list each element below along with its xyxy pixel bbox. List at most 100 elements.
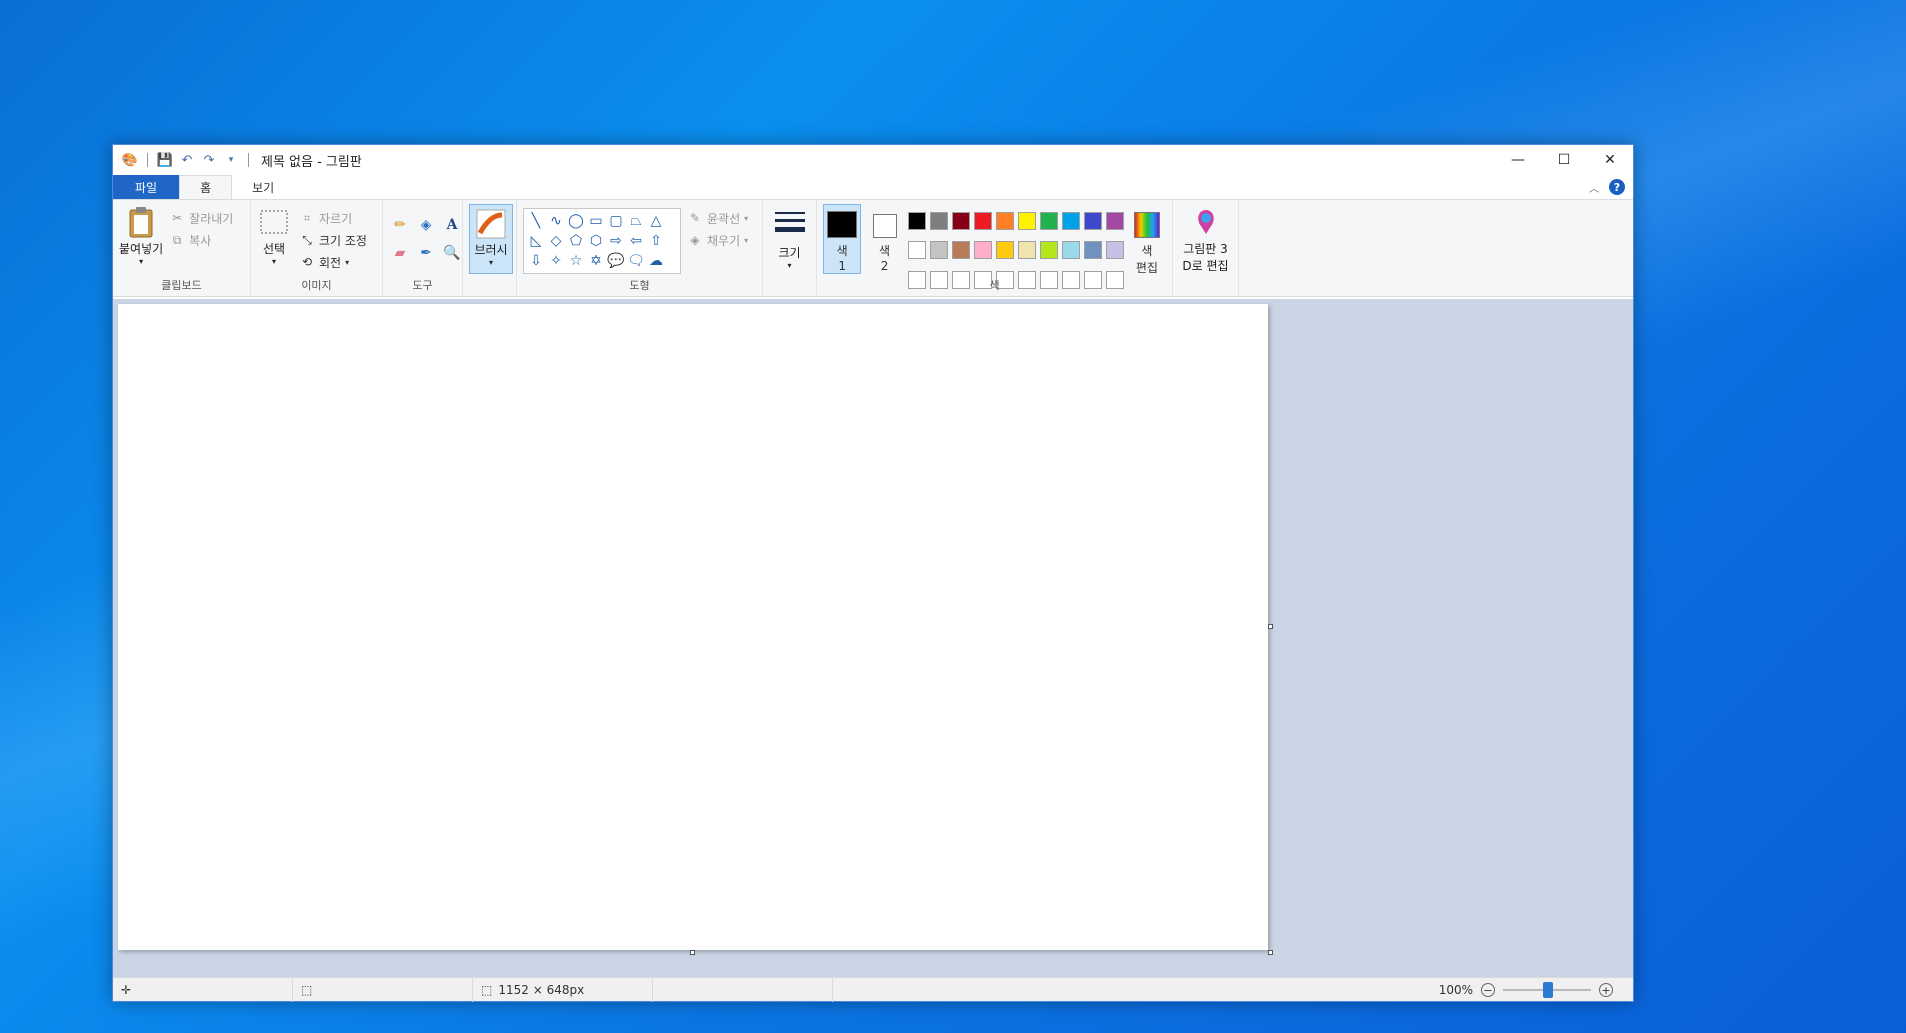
drawing-canvas[interactable] [118, 304, 1268, 950]
pentagon-shape-icon[interactable]: ⬠ [566, 231, 586, 251]
palette-swatch[interactable] [1105, 212, 1124, 230]
image-group: 선택 ▾ ⌗ 자르기 ⤡ 크기 조정 ⟲ 회전 ▾ 이미지 [251, 200, 383, 296]
color-picker-icon[interactable]: ✒ [415, 242, 437, 264]
palette-swatch[interactable] [907, 212, 926, 230]
resize-handle-right[interactable] [1268, 624, 1273, 629]
eraser-icon[interactable]: ▰ [389, 242, 411, 264]
palette-swatch[interactable] [973, 241, 992, 260]
right-triangle-shape-icon[interactable]: ◺ [526, 231, 546, 251]
color1-swatch [827, 211, 858, 238]
pencil-icon[interactable]: ✏ [389, 214, 411, 236]
canvas-workarea[interactable] [113, 299, 1633, 979]
palette-swatch[interactable] [1017, 212, 1036, 230]
color2-label: 색 [879, 244, 891, 258]
right-arrow-shape-icon[interactable]: ⇨ [606, 231, 626, 251]
zoom-out-icon[interactable]: − [1481, 983, 1495, 997]
rotate-button[interactable]: ⟲ 회전 ▾ [299, 252, 367, 272]
copy-button[interactable]: ⧉ 복사 [169, 230, 233, 250]
brush-label: 브러시 [474, 243, 508, 257]
chevron-down-icon: ▾ [787, 261, 792, 270]
scissors-icon: ✂ [172, 211, 183, 225]
cloud-callout-shape-icon[interactable]: ☁ [646, 251, 666, 271]
size-button[interactable]: 크기 ▾ [769, 204, 810, 270]
edit-colors-label-2: 편집 [1135, 261, 1158, 275]
select-label: 선택 [262, 242, 286, 256]
diamond-shape-icon[interactable]: ◇ [546, 231, 566, 251]
line-shape-icon[interactable]: ╲ [526, 211, 546, 231]
palette-swatch[interactable] [995, 241, 1014, 260]
rounded-rectangle-shape-icon[interactable]: ▢ [606, 211, 626, 231]
palette-swatch[interactable] [1039, 241, 1058, 260]
fill-bucket-icon[interactable]: ◈ [415, 214, 437, 236]
color2-swatch [872, 214, 897, 238]
collapse-ribbon-icon[interactable]: ︿ [1589, 180, 1599, 195]
palette-swatch[interactable] [1017, 241, 1036, 260]
shapes-gallery[interactable]: ╲ ∿ ◯ ▭ ▢ ⏢ △ ◺ ◇ ⬠ ⬡ ⇨ ⇦ ⇧ ⇩ ✧ ☆ ✡ 💬 🗨 [523, 208, 681, 274]
palette-swatch[interactable] [907, 241, 926, 260]
left-arrow-shape-icon[interactable]: ⇦ [626, 231, 646, 251]
palette-swatch[interactable] [1061, 212, 1080, 230]
palette-swatch[interactable] [973, 212, 992, 230]
edit-with-paint3d-button[interactable]: 그림판 3 D로 편집 [1179, 204, 1232, 274]
help-icon[interactable]: ? [1609, 179, 1625, 195]
resize-handle-corner[interactable] [1268, 950, 1273, 955]
palette-swatch[interactable] [951, 241, 970, 260]
minimize-icon[interactable]: — [1495, 145, 1541, 175]
crop-button[interactable]: ⌗ 자르기 [299, 208, 367, 228]
palette-swatch[interactable] [1083, 212, 1102, 230]
palette-swatch[interactable] [1083, 241, 1102, 260]
close-icon[interactable]: ✕ [1587, 145, 1633, 175]
redo-icon[interactable]: ↷ [200, 151, 218, 169]
cut-button[interactable]: ✂ 잘라내기 [169, 208, 233, 228]
outline-button[interactable]: ✎ 윤곽선 ▾ [687, 208, 748, 228]
crop-label: 자르기 [319, 211, 353, 226]
paint-app-icon: 🎨 [121, 152, 139, 168]
palette-swatch[interactable] [929, 212, 948, 230]
resize-handle-bottom[interactable] [690, 950, 695, 955]
image-size-icon: ⬚ [481, 982, 493, 997]
color1-label: 색 [836, 244, 848, 258]
rounded-callout-shape-icon[interactable]: 💬 [606, 251, 626, 271]
zoom-in-icon[interactable]: + [1599, 983, 1613, 997]
tab-home[interactable]: 홈 [179, 175, 233, 199]
save-icon[interactable]: 💾 [156, 151, 174, 169]
oval-shape-icon[interactable]: ◯ [566, 211, 586, 231]
oval-callout-shape-icon[interactable]: 🗨 [626, 251, 646, 271]
palette-swatch[interactable] [929, 241, 948, 260]
six-point-star-shape-icon[interactable]: ✡ [586, 251, 606, 271]
zoom-slider-thumb[interactable] [1543, 982, 1553, 998]
brush-button[interactable]: 브러시 ▾ [469, 204, 513, 274]
palette-swatch[interactable] [995, 212, 1014, 230]
tab-file[interactable]: 파일 [113, 175, 180, 199]
hexagon-shape-icon[interactable]: ⬡ [586, 231, 606, 251]
down-arrow-shape-icon[interactable]: ⇩ [526, 251, 546, 271]
up-arrow-shape-icon[interactable]: ⇧ [646, 231, 666, 251]
zoom-slider[interactable] [1503, 982, 1591, 998]
selection-size-icon: ⬚ [301, 982, 313, 997]
palette-swatch[interactable] [1061, 241, 1080, 260]
rectangle-shape-icon[interactable]: ▭ [586, 211, 606, 231]
undo-icon[interactable]: ↶ [178, 151, 196, 169]
zoom-control: 100% − + [1439, 978, 1613, 1002]
palette-swatch[interactable] [951, 212, 970, 230]
five-point-star-shape-icon[interactable]: ☆ [566, 251, 586, 271]
quick-access-toolbar: 🎨 💾 ↶ ↷ ▾ [113, 151, 253, 169]
polygon-shape-icon[interactable]: ⏢ [626, 211, 646, 231]
four-point-star-shape-icon[interactable]: ✧ [546, 251, 566, 271]
triangle-shape-icon[interactable]: △ [646, 211, 666, 231]
text-icon[interactable]: A [441, 214, 463, 236]
palette-swatch[interactable] [1039, 212, 1058, 230]
selection-icon [257, 204, 291, 240]
customize-dropdown-icon[interactable]: ▾ [222, 151, 240, 169]
resize-button[interactable]: ⤡ 크기 조정 [299, 230, 367, 250]
magnifier-icon[interactable]: 🔍 [441, 242, 463, 264]
tab-view[interactable]: 보기 [232, 175, 294, 199]
rotate-icon: ⟲ [301, 255, 313, 269]
chevron-down-icon: ▾ [744, 213, 749, 223]
maximize-icon[interactable]: ☐ [1541, 145, 1587, 175]
rotate-label: 회전 [319, 255, 342, 270]
fill-button[interactable]: ◈ 채우기 ▾ [687, 230, 748, 250]
curve-shape-icon[interactable]: ∿ [546, 211, 566, 231]
palette-swatch[interactable] [1105, 241, 1124, 260]
color1-button[interactable]: 색 1 [823, 204, 862, 274]
